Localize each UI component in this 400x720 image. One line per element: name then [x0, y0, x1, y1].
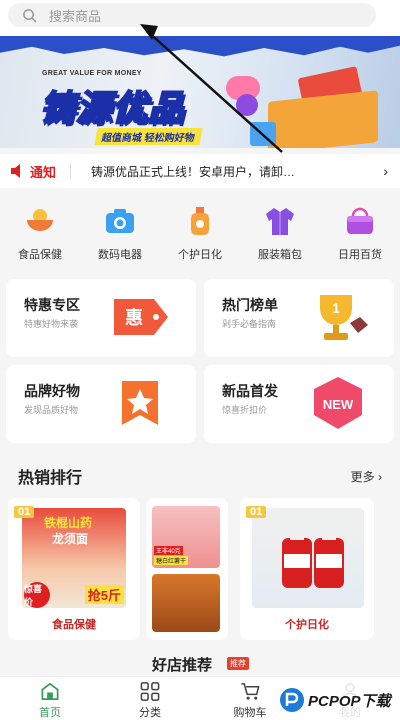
search-bar-container: 搜索商品	[0, 0, 400, 36]
tab-home[interactable]: 首页	[0, 677, 100, 720]
banner-title: 铸源优品	[39, 88, 185, 129]
category-label: 个护日化	[178, 249, 222, 261]
good-stores-title: 好店推荐	[152, 657, 213, 674]
category-apparel[interactable]: 服装箱包	[240, 196, 320, 268]
discount-tag-icon: 惠	[114, 299, 168, 335]
category-label: 数码电器	[98, 249, 142, 261]
camera-icon	[106, 209, 134, 233]
promo-subtitle: 发现品质好物	[24, 405, 79, 415]
search-placeholder: 搜索商品	[49, 8, 102, 24]
banner-subtitle: GREAT VALUE FOR MONEY	[42, 70, 142, 77]
notice-label: 通知	[30, 164, 57, 180]
hot-card-label: 个护日化	[285, 619, 329, 631]
category-row: 食品保健 数码电器 个护日化 服装箱包 日用百货	[0, 196, 400, 268]
category-digital[interactable]: 数码电器	[80, 196, 160, 268]
category-label: 食品保健	[18, 249, 62, 261]
search-input[interactable]: 搜索商品	[8, 3, 376, 27]
good-stores-header: 好店推荐 推荐	[0, 646, 400, 676]
category-daily-goods[interactable]: 日用百货	[320, 196, 400, 268]
promo-subtitle: 特惠好物来袭	[24, 319, 79, 329]
category-food[interactable]: 食品保健	[0, 196, 80, 268]
trophy-number: 1	[332, 300, 340, 316]
chevron-right-icon[interactable]: ›	[383, 163, 388, 179]
sticker-badge: 惊喜价	[24, 582, 50, 608]
product-image-text: 铁棍山药	[44, 516, 93, 530]
promo-subtitle: 剁手必备指南	[222, 319, 277, 329]
product-image-text: 王非40克	[154, 546, 183, 555]
grid-icon	[140, 682, 160, 701]
rank-badge: 01	[14, 506, 35, 518]
promo-discount-zone[interactable]: 特惠专区 特惠好物来袭 惠	[6, 279, 196, 357]
notice-bar[interactable]: 通知 铸源优品正式上线！安卓用户，请卸… ›	[0, 154, 400, 188]
tab-category[interactable]: 分类	[100, 677, 200, 720]
trophy-icon: 1	[320, 295, 368, 340]
promo-new-arrivals[interactable]: 新品首发 惊喜折扣价 NEW	[204, 365, 394, 443]
price-tag: 抢5斤	[84, 585, 124, 604]
detergent-bottles-image	[282, 528, 344, 588]
hot-card-snacks[interactable]: 王非40克 糖白红薯干	[146, 498, 228, 640]
promo-brand-goods[interactable]: 品牌好物 发现品质好物	[6, 365, 196, 443]
basket-icon	[347, 207, 373, 234]
banner-small-gift	[250, 122, 276, 146]
search-icon	[23, 8, 37, 22]
promo-title: 品牌好物	[24, 383, 80, 399]
promo-title: 热门榜单	[222, 297, 278, 313]
watermark: PCPOP下载	[276, 682, 400, 718]
tab-label: 分类	[139, 707, 161, 719]
category-personal-care[interactable]: 个护日化	[160, 196, 240, 268]
watermark-text: PCPOP下载	[308, 692, 391, 710]
hot-sales-title: 热销排行	[18, 470, 83, 487]
home-icon	[41, 682, 59, 700]
cart-icon	[241, 683, 260, 700]
notice-text: 铸源优品正式上线！安卓用户，请卸…	[91, 164, 296, 179]
promo-hot-list[interactable]: 热门榜单 剁手必备指南 1	[204, 279, 394, 357]
tab-label: 购物车	[233, 707, 267, 719]
hot-card-personal-care[interactable]: 01 个护日化	[240, 498, 374, 640]
jacket-icon	[266, 208, 294, 235]
banner-gift-box	[268, 90, 378, 148]
speaker-icon	[11, 164, 20, 178]
watermark-logo-icon	[280, 688, 304, 712]
hot-card-label: 食品保健	[52, 619, 96, 631]
product-image	[252, 508, 364, 608]
product-image-peach: 王非40克 糖白红薯干	[152, 506, 220, 568]
product-image: 铁棍山药 龙须面 惊喜价 抢5斤	[22, 508, 126, 608]
good-stores-badge: 推荐	[227, 657, 249, 670]
lotion-bottle-icon	[191, 207, 209, 235]
promo-title: 特惠专区	[24, 297, 80, 313]
food-bowl-icon	[27, 209, 53, 231]
notice-divider	[70, 163, 72, 179]
hot-card-food[interactable]: 铁棍山药 龙须面 惊喜价 抢5斤 01 食品保健	[8, 498, 140, 640]
new-badge-icon: NEW	[314, 377, 362, 429]
promo-banner[interactable]: GREAT VALUE FOR MONEY 铸源优品 超值商城 轻松购好物	[0, 36, 400, 148]
banner-torn-edge	[0, 36, 400, 57]
star-badge-icon	[122, 381, 158, 425]
category-label: 日用百货	[338, 249, 382, 261]
new-badge-text: NEW	[323, 397, 354, 412]
rank-badge: 01	[246, 506, 267, 518]
product-image-text: 龙须面	[52, 532, 89, 546]
banner-ball	[236, 94, 258, 116]
product-image-text: 糖白红薯干	[154, 556, 189, 565]
hot-sales-header: 热销排行 更多 ›	[0, 454, 400, 494]
tab-label: 首页	[39, 707, 61, 719]
category-label: 服装箱包	[258, 249, 302, 261]
banner-tagline: 超值商城 轻松购好物	[94, 128, 203, 145]
promo-subtitle: 惊喜折扣价	[222, 405, 268, 415]
discount-tag-text: 惠	[125, 308, 143, 328]
product-image-boxes	[152, 574, 220, 632]
promo-title: 新品首发	[222, 383, 278, 399]
more-link[interactable]: 更多 ›	[351, 468, 382, 485]
